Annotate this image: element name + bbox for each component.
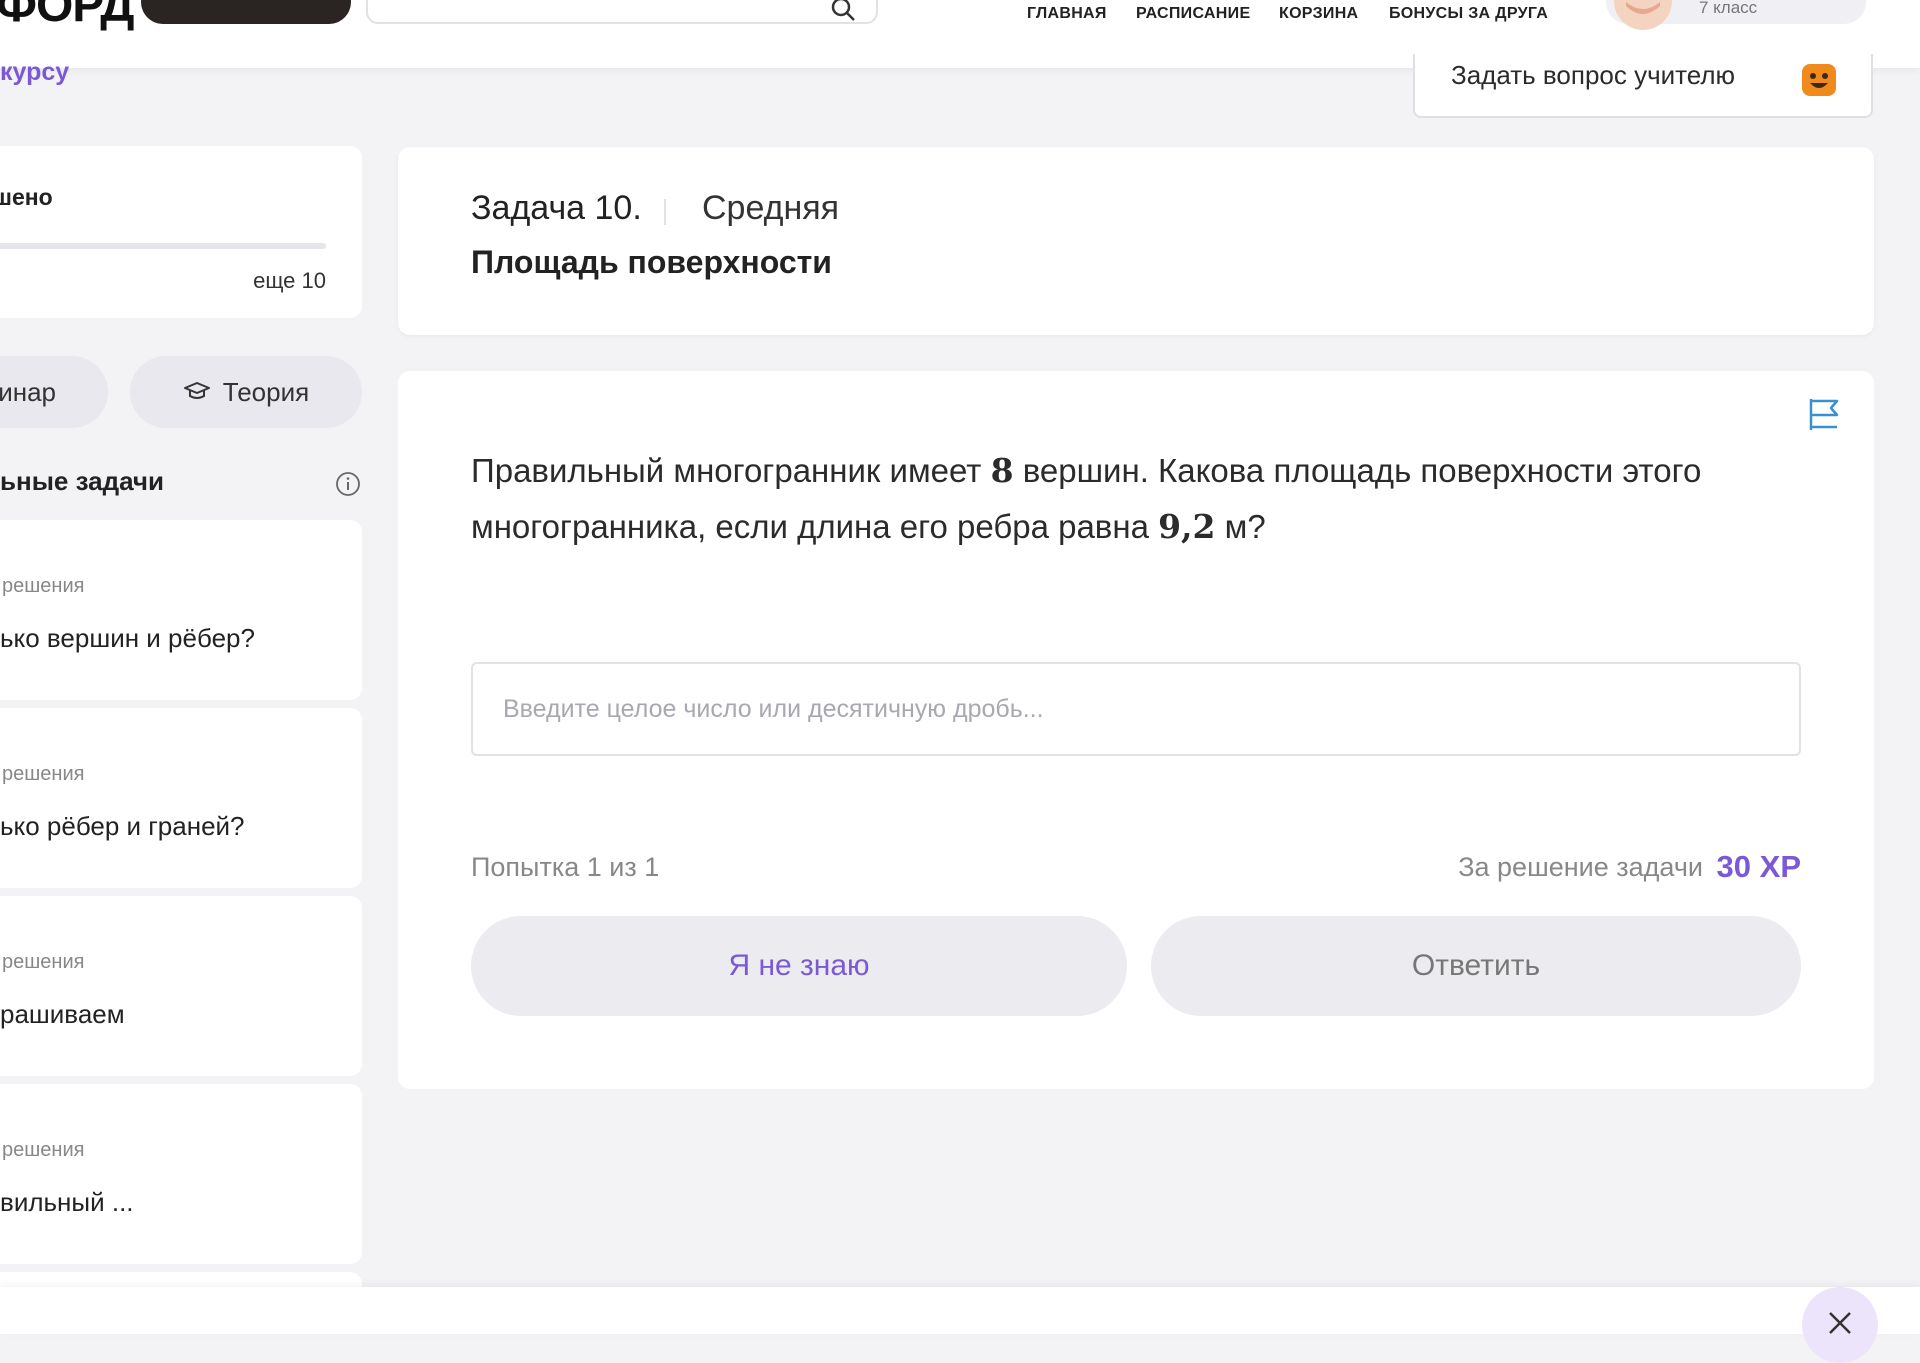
answer-input[interactable]: [471, 662, 1801, 756]
reward-value: 30 XP: [1716, 849, 1801, 884]
theory-label: Теория: [222, 376, 310, 407]
catalog-button[interactable]: [141, 0, 351, 24]
dont-know-button[interactable]: Я не знаю: [471, 916, 1127, 1016]
progress-card: ешено еще 10: [0, 146, 362, 318]
remaining-count: еще 10: [253, 268, 326, 293]
bottom-bar: [0, 1287, 1920, 1334]
task-meta: решения: [2, 763, 85, 785]
close-button[interactable]: [1802, 1287, 1878, 1363]
task-list-item[interactable]: решения ько вершин и рёбер?: [0, 520, 362, 700]
search-input[interactable]: [366, 0, 878, 24]
task-meta: решения: [2, 1139, 85, 1161]
close-icon: [1829, 1312, 1851, 1334]
search-icon[interactable]: [830, 0, 856, 22]
submit-answer-button[interactable]: Ответить: [1151, 916, 1801, 1016]
webinar-button[interactable]: инар: [0, 356, 108, 428]
divider: [664, 199, 666, 225]
task-difficulty: Средняя: [702, 189, 840, 227]
webinar-label: инар: [0, 376, 56, 407]
smile-emoji-icon: [1802, 64, 1836, 96]
task-name: ько рёбер и граней?: [0, 811, 245, 841]
flag-icon[interactable]: [1807, 396, 1841, 432]
info-icon[interactable]: [335, 471, 361, 497]
section-title: ьные задачи: [0, 466, 165, 496]
task-meta: решения: [2, 575, 85, 597]
nav-schedule[interactable]: РАСПИСАНИЕ: [1136, 5, 1250, 23]
avatar-icon: [1614, 0, 1672, 30]
ask-teacher-label: Задать вопрос учителю: [1451, 60, 1736, 90]
task-header-card: Задача 10. Средняя Площадь поверхности: [398, 147, 1874, 335]
question-part: м?: [1215, 508, 1266, 545]
nav-referral-bonus[interactable]: БОНУСЫ ЗА ДРУГА: [1389, 5, 1548, 23]
profile-class-label: 7 класс: [1699, 0, 1758, 17]
task-list-item[interactable]: решения вильный ...: [0, 1084, 362, 1264]
avatar[interactable]: [1614, 0, 1672, 30]
question-number: 8: [990, 451, 1014, 490]
task-title: Площадь поверхности: [471, 244, 832, 280]
ask-teacher-button[interactable]: Задать вопрос учителю: [1413, 54, 1873, 118]
question-number: 9,2: [1158, 507, 1216, 546]
problem-card: Правильный многогранник имеет 8 вершин. …: [398, 371, 1874, 1089]
task-name: рашиваем: [0, 999, 125, 1029]
nav-home[interactable]: ГЛАВНАЯ: [1027, 5, 1107, 23]
logo[interactable]: ФОРД: [0, 0, 134, 33]
nav-cart[interactable]: КОРЗИНА: [1279, 5, 1358, 23]
question-text: Правильный многогранник имеет 8 вершин. …: [471, 443, 1831, 555]
progress-bar: [0, 243, 326, 249]
back-to-course-link[interactable]: курсу: [0, 58, 69, 87]
graduation-cap-icon: [183, 382, 210, 399]
task-number: Задача 10.: [471, 189, 642, 227]
task-name: вильный ...: [0, 1187, 134, 1217]
profile-menu[interactable]: 7 класс: [1606, 0, 1866, 30]
theory-button[interactable]: Теория: [130, 356, 362, 428]
reward-label: За решение задачи: [1458, 852, 1703, 882]
task-name: ько вершин и рёбер?: [0, 623, 255, 653]
task-list-item[interactable]: решения рашиваем: [0, 896, 362, 1076]
question-part: Правильный многогранник имеет: [471, 452, 991, 489]
solved-label: ешено: [0, 184, 53, 210]
attempt-counter: Попытка 1 из 1: [471, 852, 660, 882]
task-meta: решения: [2, 951, 85, 973]
task-list-item[interactable]: решения ько рёбер и граней?: [0, 708, 362, 888]
